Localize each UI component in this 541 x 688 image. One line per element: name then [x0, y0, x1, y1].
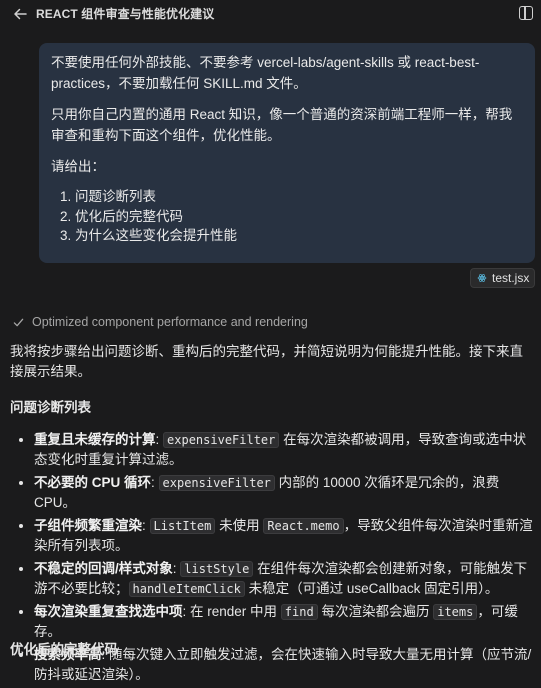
list-item: 问题诊断列表 [75, 187, 523, 207]
list-item: 子组件频繁重渲染: ListItem 未使用 React.memo，导致父组件每… [34, 516, 539, 556]
issue-title: 不必要的 CPU 循环 [34, 475, 152, 490]
attachment-filename: test.jsx [492, 271, 530, 285]
page-title: REACT 组件审查与性能优化建议 [36, 7, 215, 21]
check-icon [13, 318, 24, 327]
list-item: 优化后的完整代码 [75, 207, 523, 227]
attachment-chip[interactable]: test.jsx [470, 268, 535, 288]
list-item: 重复且未缓存的计算: expensiveFilter 在每次渲染都被调用，导致查… [34, 430, 539, 470]
inline-code: listStyle [180, 561, 254, 577]
issue-title: 子组件频繁重渲染 [34, 518, 142, 533]
user-message-bubble: 不要使用任何外部技能、不要参考 vercel-labs/agent-skills… [39, 43, 535, 263]
arrow-left-icon[interactable] [12, 6, 28, 22]
inline-code: expensiveFilter [163, 432, 280, 448]
request-list: 问题诊断列表 优化后的完整代码 为什么这些变化会提升性能 [51, 187, 523, 246]
response-intro: 我将按步骤给出问题诊断、重构后的完整代码，并简短说明为何能提升性能。接下来直接展… [10, 344, 523, 379]
list-item: 不稳定的回调/样式对象: listStyle 在组件每次渲染都会创建新对象，可能… [34, 559, 539, 599]
section-heading: 优化后的完整代码 [10, 642, 118, 657]
inline-code: ListItem [149, 518, 216, 534]
inline-code: React.memo [263, 518, 344, 534]
issue-title: 每次渲染重复查找选中项 [34, 604, 183, 619]
assistant-response: 我将按步骤给出问题诊断、重构后的完整代码，并简短说明为何能提升性能。接下来直接展… [10, 342, 535, 682]
issue-title: 不稳定的回调/样式对象 [34, 561, 173, 576]
header-bar: REACT 组件审查与性能优化建议 [0, 0, 541, 28]
status-line[interactable]: Optimized component performance and rend… [13, 313, 308, 332]
inline-code: items [433, 604, 478, 620]
react-icon [477, 274, 487, 282]
list-item: 不必要的 CPU 循环: expensiveFilter 内部的 10000 次… [34, 473, 539, 513]
user-message-paragraph: 只用你自己内置的通用 React 知识，像一个普通的资深前端工程师一样，帮我审查… [51, 107, 513, 143]
user-message-paragraph: 请给出： [51, 159, 105, 174]
sidebar-toggle-icon[interactable] [519, 6, 533, 20]
issue-title: 重复且未缓存的计算 [34, 432, 156, 447]
user-message-paragraph: 不要使用任何外部技能、不要参考 vercel-labs/agent-skills… [51, 55, 480, 91]
section-heading: 问题诊断列表 [10, 400, 91, 415]
inline-code: find [280, 604, 318, 620]
list-item: 每次渲染重复查找选中项: 在 render 中用 find 每次渲染都会遍历 i… [34, 602, 539, 642]
list-item: 为什么这些变化会提升性能 [75, 226, 523, 246]
inline-code: handleItemClick [128, 581, 245, 597]
status-text: Optimized component performance and rend… [32, 315, 308, 329]
inline-code: expensiveFilter [158, 475, 275, 491]
